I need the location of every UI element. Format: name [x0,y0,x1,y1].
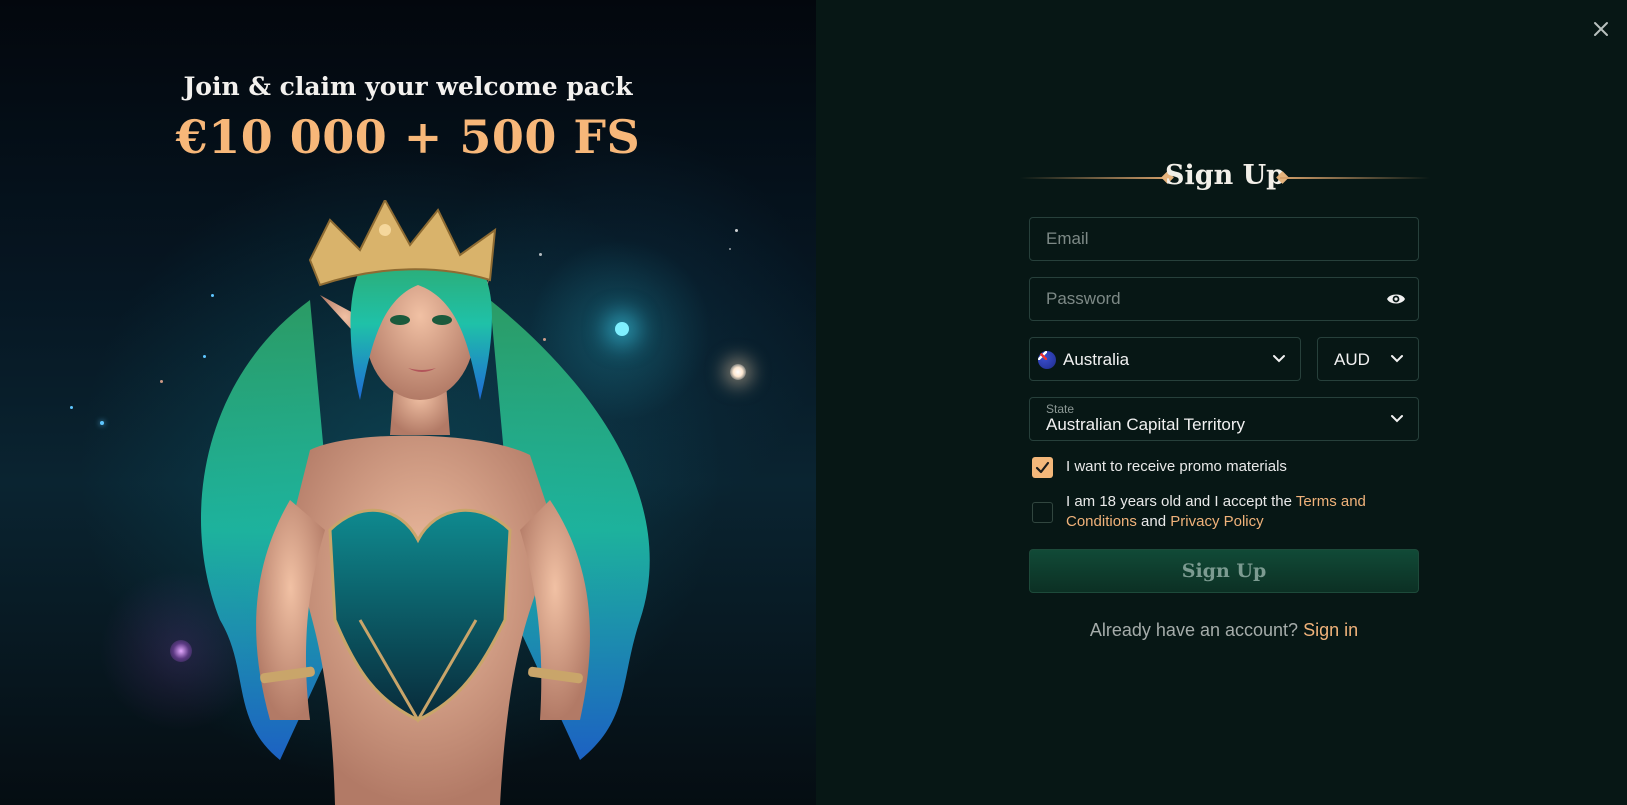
email-field[interactable] [1029,217,1419,261]
signup-heading: Sign Up [1164,160,1286,191]
eye-icon[interactable] [1386,291,1406,307]
australia-flag-icon [1038,351,1056,369]
promo-title: Join & claim your welcome pack [183,72,633,101]
sparkle [100,421,104,425]
signin-row: Already have an account? Sign in [1029,620,1419,641]
glow-orb [730,364,746,380]
sparkle [70,406,73,409]
signup-heading-row: Sign Up [1020,158,1430,198]
state-value: Australian Capital Territory [1046,415,1246,434]
chevron-down-icon [1273,355,1285,363]
terms-checkbox[interactable] [1032,502,1053,523]
promo-checkbox-label[interactable]: I want to receive promo materials [1066,457,1287,477]
heading-divider-right [1280,177,1430,179]
terms-and: and [1136,513,1171,530]
country-value: Australia [1063,350,1130,369]
privacy-link[interactable]: Privacy Policy [1170,513,1263,530]
signup-button[interactable]: Sign Up [1029,549,1419,593]
state-label: State [1046,402,1075,416]
promo-checkbox[interactable] [1032,457,1053,478]
signin-prompt: Already have an account? [1089,620,1299,640]
terms-checkbox-label[interactable]: I am 18 years old and I accept the Terms… [1066,492,1396,532]
hero-character-illustration [200,200,650,805]
password-input[interactable] [1030,278,1418,320]
password-field[interactable] [1029,277,1419,321]
signin-link[interactable]: Sign in [1303,620,1358,640]
email-input[interactable] [1030,218,1418,260]
sparkle [735,229,738,232]
promo-amount: €10 000 + 500 FS [175,110,641,164]
sparkle [729,248,731,250]
currency-select[interactable]: AUD [1317,337,1419,381]
promo-panel: Join & claim your welcome pack €10 000 +… [0,0,816,805]
currency-value: AUD [1334,350,1370,369]
chevron-down-icon [1391,415,1403,423]
check-icon [1035,461,1050,474]
close-icon [1594,22,1608,36]
close-button[interactable] [1590,18,1612,40]
state-select[interactable]: State Australian Capital Territory [1029,397,1419,441]
terms-prefix: I am 18 years old and I accept the [1066,493,1296,510]
country-select[interactable]: Australia [1029,337,1301,381]
chevron-down-icon [1391,355,1403,363]
